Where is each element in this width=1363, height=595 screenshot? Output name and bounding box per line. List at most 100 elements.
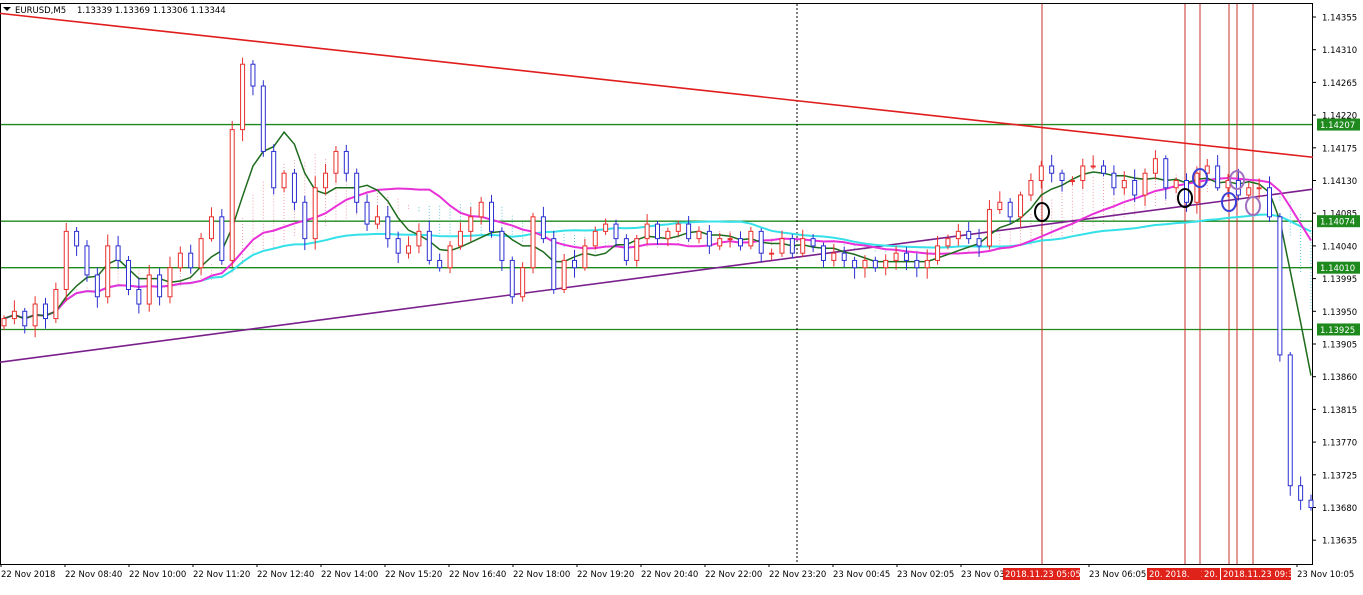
- candle-body: [271, 150, 277, 189]
- candle-body: [852, 259, 858, 269]
- candle-body: [229, 129, 235, 261]
- candle-body: [1090, 165, 1096, 168]
- candle-body: [789, 238, 795, 254]
- candle-body: [1069, 180, 1075, 182]
- candle-body: [260, 85, 266, 152]
- candle-body: [779, 238, 785, 254]
- candle-body: [291, 172, 297, 203]
- time-tick-label: 22 Nov 2018: [1, 570, 55, 580]
- price-tick-label: 1.14175: [1322, 144, 1357, 154]
- candle-body: [1277, 216, 1283, 356]
- candle-body: [364, 201, 370, 225]
- candle-body: [42, 303, 48, 320]
- time-tick-label: 22 Nov 18:00: [513, 570, 570, 580]
- candle-body: [675, 223, 681, 232]
- candle-body: [748, 230, 754, 247]
- candle-body: [1101, 165, 1107, 174]
- price-chart[interactable]: 1.143551.143101.142651.142201.141751.141…: [0, 0, 1363, 595]
- candle-body: [11, 310, 17, 320]
- candle-body: [219, 216, 225, 261]
- candle-body: [603, 223, 609, 232]
- candle-body: [997, 201, 1003, 211]
- candle-body: [841, 252, 847, 261]
- candle-body: [862, 259, 868, 269]
- candle-body: [623, 238, 629, 261]
- time-tag-label: 20. 2018.: [1149, 570, 1190, 580]
- candle-body: [561, 259, 567, 290]
- candle-body: [509, 259, 515, 298]
- candle-body: [530, 216, 536, 269]
- candle-body: [74, 230, 80, 247]
- candle-body: [582, 245, 588, 269]
- candle-body: [686, 223, 692, 240]
- time-tick-label: 22 Nov 16:40: [449, 570, 506, 580]
- candle-body: [976, 238, 982, 247]
- price-tick-label: 1.13680: [1322, 504, 1357, 514]
- candle-body: [1152, 158, 1158, 174]
- candle-body: [966, 230, 972, 240]
- time-tick-label: 23 Nov 06:05: [1089, 570, 1146, 580]
- candle-body: [447, 245, 453, 269]
- candle-body: [468, 216, 474, 232]
- candle-body: [94, 274, 100, 298]
- candle-body: [1059, 172, 1065, 182]
- price-tick-label: 1.14355: [1322, 14, 1357, 24]
- time-tick-label: 22 Nov 08:40: [65, 570, 122, 580]
- price-tick-label: 1.14040: [1322, 242, 1357, 252]
- candle-body: [572, 259, 578, 269]
- time-tags: 2018.11.23 05:0520. 2018.220.2018.11.23 …: [1003, 568, 1299, 580]
- time-tick-label: 22 Nov 15:20: [385, 570, 442, 580]
- candle-body: [281, 172, 287, 189]
- candle-body: [540, 216, 546, 240]
- candle-body: [1028, 180, 1034, 196]
- price-tick-label: 1.13905: [1322, 341, 1357, 351]
- candle-body: [1121, 180, 1127, 189]
- candle-body: [188, 252, 194, 269]
- level-tag-label: 1.14207: [1320, 121, 1355, 131]
- candle-body: [499, 230, 505, 261]
- price-axis: 1.143551.143101.142651.142201.141751.141…: [1313, 14, 1357, 547]
- candle-body: [374, 216, 380, 225]
- candle-body: [208, 216, 214, 240]
- candle-body: [416, 230, 422, 247]
- candle-body: [831, 252, 837, 261]
- candle-body: [354, 172, 360, 203]
- price-tick-label: 1.14265: [1322, 79, 1357, 89]
- candle-body: [333, 150, 339, 174]
- candle-body: [1038, 165, 1044, 181]
- time-tick-label: 23 Nov 10:05: [1297, 570, 1354, 580]
- candle-body: [53, 289, 59, 320]
- candle-body: [1111, 172, 1117, 189]
- candle-body: [457, 230, 463, 247]
- candle-body: [592, 230, 598, 247]
- candle-body: [665, 230, 671, 240]
- time-tick-label: 22 Nov 12:40: [257, 570, 314, 580]
- candle-body: [1163, 158, 1169, 189]
- candle-body: [914, 259, 920, 269]
- candle-body: [1132, 180, 1138, 196]
- candle-body: [986, 209, 992, 247]
- candle-body: [706, 230, 712, 247]
- candle-body: [820, 245, 826, 261]
- candle-body: [644, 223, 650, 240]
- plot-area: [0, 3, 1313, 565]
- price-tick-label: 1.13725: [1322, 471, 1357, 481]
- candle-body: [1267, 187, 1273, 218]
- candle-body: [769, 252, 775, 255]
- price-tick-label: 1.13635: [1322, 537, 1357, 547]
- candle-body: [872, 259, 878, 269]
- candle-body: [32, 303, 38, 327]
- candle-body: [1246, 187, 1252, 196]
- candle-body: [893, 252, 899, 261]
- candle-body: [1215, 165, 1221, 189]
- candle-body: [240, 63, 246, 131]
- candle-body: [1298, 485, 1304, 501]
- price-tick-label: 1.14310: [1322, 46, 1357, 56]
- candle-body: [945, 238, 951, 247]
- candle-body: [1, 318, 7, 327]
- candle-body: [395, 238, 401, 254]
- candle-body: [935, 245, 941, 261]
- level-tag-label: 1.14010: [1320, 264, 1355, 274]
- header-symbol: EURUSD,M5: [15, 6, 66, 16]
- candle-body: [1308, 499, 1314, 509]
